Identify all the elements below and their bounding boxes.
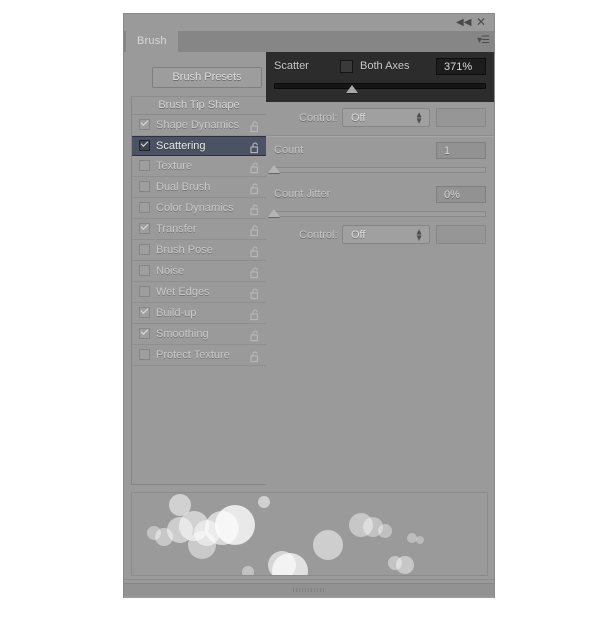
brush-option-row[interactable]: Build-up <box>132 303 266 324</box>
brush-option-label: Transfer <box>156 223 197 235</box>
brush-option-checkbox[interactable] <box>139 307 150 318</box>
brush-option-label: Protect Texture <box>156 349 230 361</box>
brush-option-label: Build-up <box>156 307 197 319</box>
padlock-unlocked-icon[interactable] <box>250 286 260 300</box>
brush-option-row[interactable]: Shape Dynamics <box>132 115 266 136</box>
double-chevron-left-icon[interactable]: ◀◀ <box>456 16 471 29</box>
brush-dab <box>416 536 424 544</box>
brush-option-label: Texture <box>156 160 193 172</box>
brush-stroke-preview[interactable] <box>131 492 488 576</box>
padlock-unlocked-icon[interactable] <box>250 202 260 216</box>
brush-tip-shape-header[interactable]: Brush Tip Shape <box>132 97 266 115</box>
count-jitter-label: Count Jitter <box>274 188 331 200</box>
brush-option-row[interactable]: Protect Texture <box>132 345 266 366</box>
brush-dab <box>313 530 343 560</box>
brush-option-label: Dual Brush <box>156 181 211 193</box>
brush-option-label: Wet Edges <box>156 286 210 298</box>
brush-option-label: Color Dynamics <box>156 202 234 214</box>
brush-option-row[interactable]: Brush Pose <box>132 240 266 261</box>
brush-option-checkbox[interactable] <box>139 223 150 234</box>
brush-option-row[interactable]: Scattering <box>132 136 266 156</box>
count-control-label: Control: <box>299 229 338 241</box>
brush-option-label: Noise <box>156 265 185 277</box>
brush-dab <box>272 553 308 575</box>
brush-panel: ◀◀ ✕ Brush ▾☰ Brush Presets Brush Tip Sh… <box>124 14 494 598</box>
count-jitter-slider-thumb[interactable] <box>268 209 280 217</box>
brush-dab <box>242 566 254 575</box>
padlock-unlocked-icon[interactable] <box>250 119 260 133</box>
scatter-label: Scatter <box>274 60 309 72</box>
brush-presets-button[interactable]: Brush Presets <box>152 67 262 88</box>
chevron-updown-icon: ▲ ▼ <box>415 110 423 125</box>
brush-option-checkbox[interactable] <box>139 265 150 276</box>
brush-option-checkbox[interactable] <box>139 119 150 130</box>
panel-body: Brush Presets Brush Tip Shape Shape Dyna… <box>124 52 494 579</box>
count-control-value: Off <box>351 229 366 241</box>
scatter-slider-track[interactable] <box>274 83 486 89</box>
count-jitter-value-input[interactable]: 0% <box>436 186 486 203</box>
padlock-unlocked-icon[interactable] <box>250 328 260 342</box>
both-axes-label: Both Axes <box>360 60 410 72</box>
scatter-section: Scatter Both Axes 371% <box>266 52 494 102</box>
count-jitter-slider-track[interactable] <box>274 211 486 217</box>
count-control-select[interactable]: Off ▲ ▼ <box>342 225 430 244</box>
brush-option-row[interactable]: Noise <box>132 261 266 282</box>
brush-option-row[interactable]: Wet Edges <box>132 282 266 303</box>
brush-dab <box>396 556 414 574</box>
both-axes-checkbox[interactable] <box>340 60 353 73</box>
padlock-unlocked-icon[interactable] <box>250 223 260 237</box>
drag-grip-icon[interactable] <box>293 588 325 592</box>
brush-option-checkbox[interactable] <box>139 244 150 255</box>
count-slider-thumb[interactable] <box>268 165 280 173</box>
section-divider <box>266 135 494 137</box>
brush-option-label: Scattering <box>156 140 206 152</box>
brush-option-checkbox[interactable] <box>139 181 150 192</box>
scatter-value-input[interactable]: 371% <box>436 58 486 75</box>
screenshot-root: ◀◀ ✕ Brush ▾☰ Brush Presets Brush Tip Sh… <box>0 0 600 617</box>
count-control-secondary-input[interactable] <box>436 225 486 244</box>
padlock-unlocked-icon[interactable] <box>250 141 260 154</box>
brush-dab <box>215 505 255 545</box>
brush-option-label: Brush Pose <box>156 244 213 256</box>
tab-brush[interactable]: Brush <box>126 31 178 52</box>
brush-option-checkbox[interactable] <box>139 349 150 360</box>
scatter-slider-thumb[interactable] <box>346 85 359 93</box>
brush-option-checkbox[interactable] <box>139 160 150 171</box>
brush-dab <box>258 496 270 508</box>
brush-option-row[interactable]: Transfer <box>132 219 266 240</box>
chevron-updown-icon: ▲ ▼ <box>415 227 423 242</box>
count-slider-track[interactable] <box>274 167 486 173</box>
brush-option-checkbox[interactable] <box>139 328 150 339</box>
brush-option-label: Smoothing <box>156 328 209 340</box>
panel-titlebar: ◀◀ ✕ <box>124 14 494 31</box>
count-label: Count <box>274 144 304 156</box>
padlock-unlocked-icon[interactable] <box>250 307 260 321</box>
close-icon[interactable]: ✕ <box>474 16 488 29</box>
brush-option-row[interactable]: Smoothing <box>132 324 266 345</box>
brush-option-label: Shape Dynamics <box>156 119 240 131</box>
brush-option-checkbox[interactable] <box>139 286 150 297</box>
padlock-unlocked-icon[interactable] <box>250 244 260 258</box>
padlock-unlocked-icon[interactable] <box>250 160 260 174</box>
padlock-unlocked-icon[interactable] <box>250 181 260 195</box>
brush-option-row[interactable]: Dual Brush <box>132 177 266 198</box>
panel-grip-bar[interactable] <box>124 583 494 596</box>
brush-option-row[interactable]: Color Dynamics <box>132 198 266 219</box>
panel-tabstrip: Brush ▾☰ <box>124 31 494 53</box>
brush-option-checkbox[interactable] <box>139 202 150 213</box>
scatter-control-value: Off <box>351 112 366 124</box>
brush-dab <box>378 524 392 538</box>
scatter-control-secondary-input[interactable] <box>436 108 486 127</box>
scatter-control-select[interactable]: Off ▲ ▼ <box>342 108 430 127</box>
padlock-unlocked-icon[interactable] <box>250 349 260 363</box>
count-value-input[interactable]: 1 <box>436 142 486 159</box>
brush-option-row[interactable]: Texture <box>132 156 266 177</box>
brush-options-list: Brush Tip Shape Shape Dynamics Scattering… <box>131 96 267 485</box>
scatter-control-label: Control: <box>299 112 338 124</box>
scattering-controls: Scatter Both Axes 371% Control: Off ▲ ▼ C… <box>266 52 494 485</box>
padlock-unlocked-icon[interactable] <box>250 265 260 279</box>
brush-option-checkbox[interactable] <box>139 140 150 151</box>
panel-menu-icon[interactable]: ▾☰ <box>477 35 490 46</box>
